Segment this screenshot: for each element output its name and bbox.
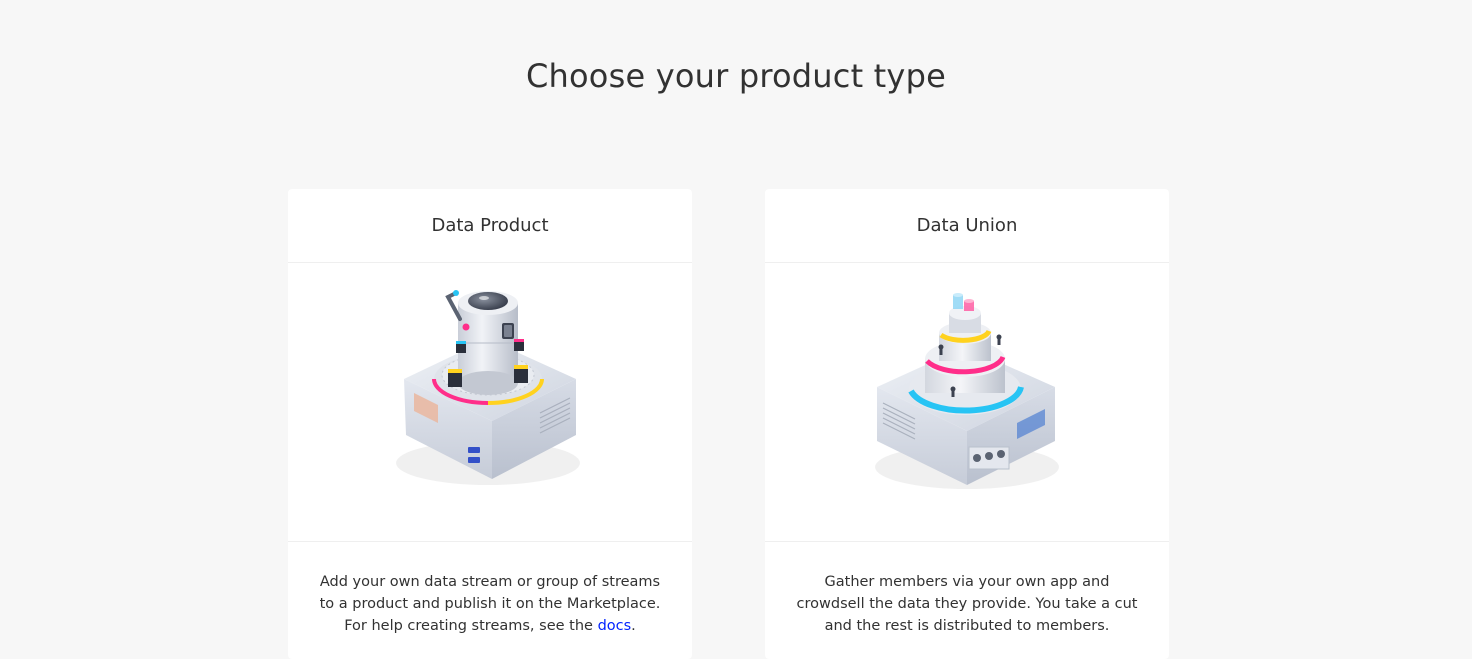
card-description: Add your own data stream or group of str… (288, 542, 692, 637)
help-text: For help creating streams, see the (344, 618, 598, 634)
card-title: Data Product (288, 189, 692, 263)
page-title: Choose your product type (526, 57, 946, 95)
data-product-illustration (288, 263, 692, 542)
description-line: and the rest is distributed to members. (824, 618, 1110, 634)
data-union-machine-image (875, 293, 1059, 489)
description-line: to a product and publish it on the Marke… (319, 596, 661, 612)
data-union-card[interactable]: Data Union Gather members via your own a… (765, 189, 1169, 659)
data-union-illustration (765, 263, 1169, 542)
docs-link[interactable]: docs (598, 618, 632, 634)
description-help-line: For help creating streams, see the docs. (288, 615, 692, 637)
card-title: Data Union (765, 189, 1169, 263)
help-suffix: . (631, 618, 636, 634)
card-description: Gather members via your own app and crow… (765, 542, 1169, 637)
description-line: Add your own data stream or group of str… (319, 574, 661, 590)
description-line: crowdsell the data they provide. You tak… (796, 596, 1138, 612)
data-product-machine-image (396, 290, 580, 485)
data-product-card[interactable]: Data Product Add your own data stream or… (288, 189, 692, 659)
description-line: Gather members via your own app and (824, 574, 1110, 590)
